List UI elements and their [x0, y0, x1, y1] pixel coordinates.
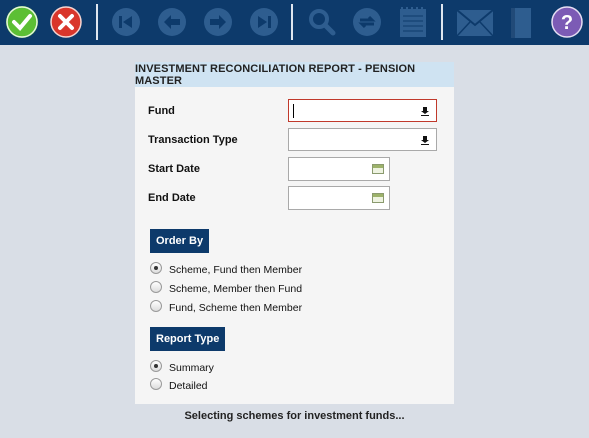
order-by-option-label: Fund, Scheme then Member — [169, 302, 303, 314]
report-type-radio-1[interactable] — [150, 378, 162, 390]
mail-button[interactable] — [456, 6, 494, 38]
next-record-button[interactable] — [202, 6, 234, 38]
book-button[interactable] — [509, 6, 533, 38]
help-icon: ? — [551, 6, 583, 38]
report-type-option-label: Detailed — [169, 380, 208, 392]
page-title: INVESTMENT RECONCILIATION REPORT - PENSI… — [135, 62, 454, 87]
book-icon — [511, 8, 531, 38]
last-record-icon — [250, 8, 278, 36]
refresh-icon — [353, 8, 381, 36]
svg-text:?: ? — [561, 12, 573, 34]
search-button[interactable] — [305, 6, 337, 38]
report-type-option-label: Summary — [169, 362, 214, 374]
end-date-label: End Date — [148, 192, 196, 204]
transaction-type-label: Transaction Type — [148, 134, 238, 146]
order-by-radio-2[interactable] — [150, 300, 162, 312]
toolbar-separator — [291, 4, 293, 40]
text-caret — [293, 104, 294, 118]
search-icon — [309, 9, 336, 36]
fund-label: Fund — [148, 105, 175, 117]
start-date-label: Start Date — [148, 163, 200, 175]
ok-button[interactable] — [6, 6, 38, 38]
start-date-field[interactable] — [288, 157, 390, 181]
toolbar-separator — [96, 4, 98, 40]
refresh-button[interactable] — [351, 6, 383, 38]
help-button[interactable]: ? — [551, 6, 583, 38]
first-record-icon — [112, 8, 140, 36]
last-record-button[interactable] — [248, 6, 280, 38]
mail-icon — [456, 9, 494, 37]
order-by-option-label: Scheme, Member then Fund — [169, 283, 303, 295]
calendar-icon[interactable] — [372, 164, 384, 174]
download-arrow-icon — [421, 107, 429, 116]
order-by-heading: Order By — [150, 229, 210, 253]
check-icon — [6, 6, 38, 38]
toolbar-separator — [441, 4, 443, 40]
report-type-radio-0[interactable] — [150, 360, 162, 372]
close-icon — [50, 6, 82, 38]
next-record-icon — [204, 8, 232, 36]
first-record-button[interactable] — [110, 6, 142, 38]
cancel-button[interactable] — [50, 6, 82, 38]
end-date-field[interactable] — [288, 186, 390, 210]
previous-record-button[interactable] — [156, 6, 188, 38]
notepad-icon — [400, 7, 426, 37]
toolbar: ? — [0, 0, 589, 45]
order-by-radio-1[interactable] — [150, 281, 162, 293]
order-by-option-label: Scheme, Fund then Member — [169, 264, 303, 276]
download-arrow-icon — [421, 136, 429, 145]
fund-dropdown[interactable] — [288, 99, 437, 122]
order-by-radio-0[interactable] — [150, 262, 162, 274]
previous-record-icon — [158, 8, 186, 36]
calendar-icon[interactable] — [372, 193, 384, 203]
transaction-type-dropdown[interactable] — [288, 128, 437, 151]
report-type-heading: Report Type — [150, 327, 226, 351]
status-message: Selecting schemes for investment funds..… — [184, 410, 405, 422]
report-panel: INVESTMENT RECONCILIATION REPORT - PENSI… — [135, 62, 454, 404]
notes-button[interactable] — [397, 6, 429, 38]
